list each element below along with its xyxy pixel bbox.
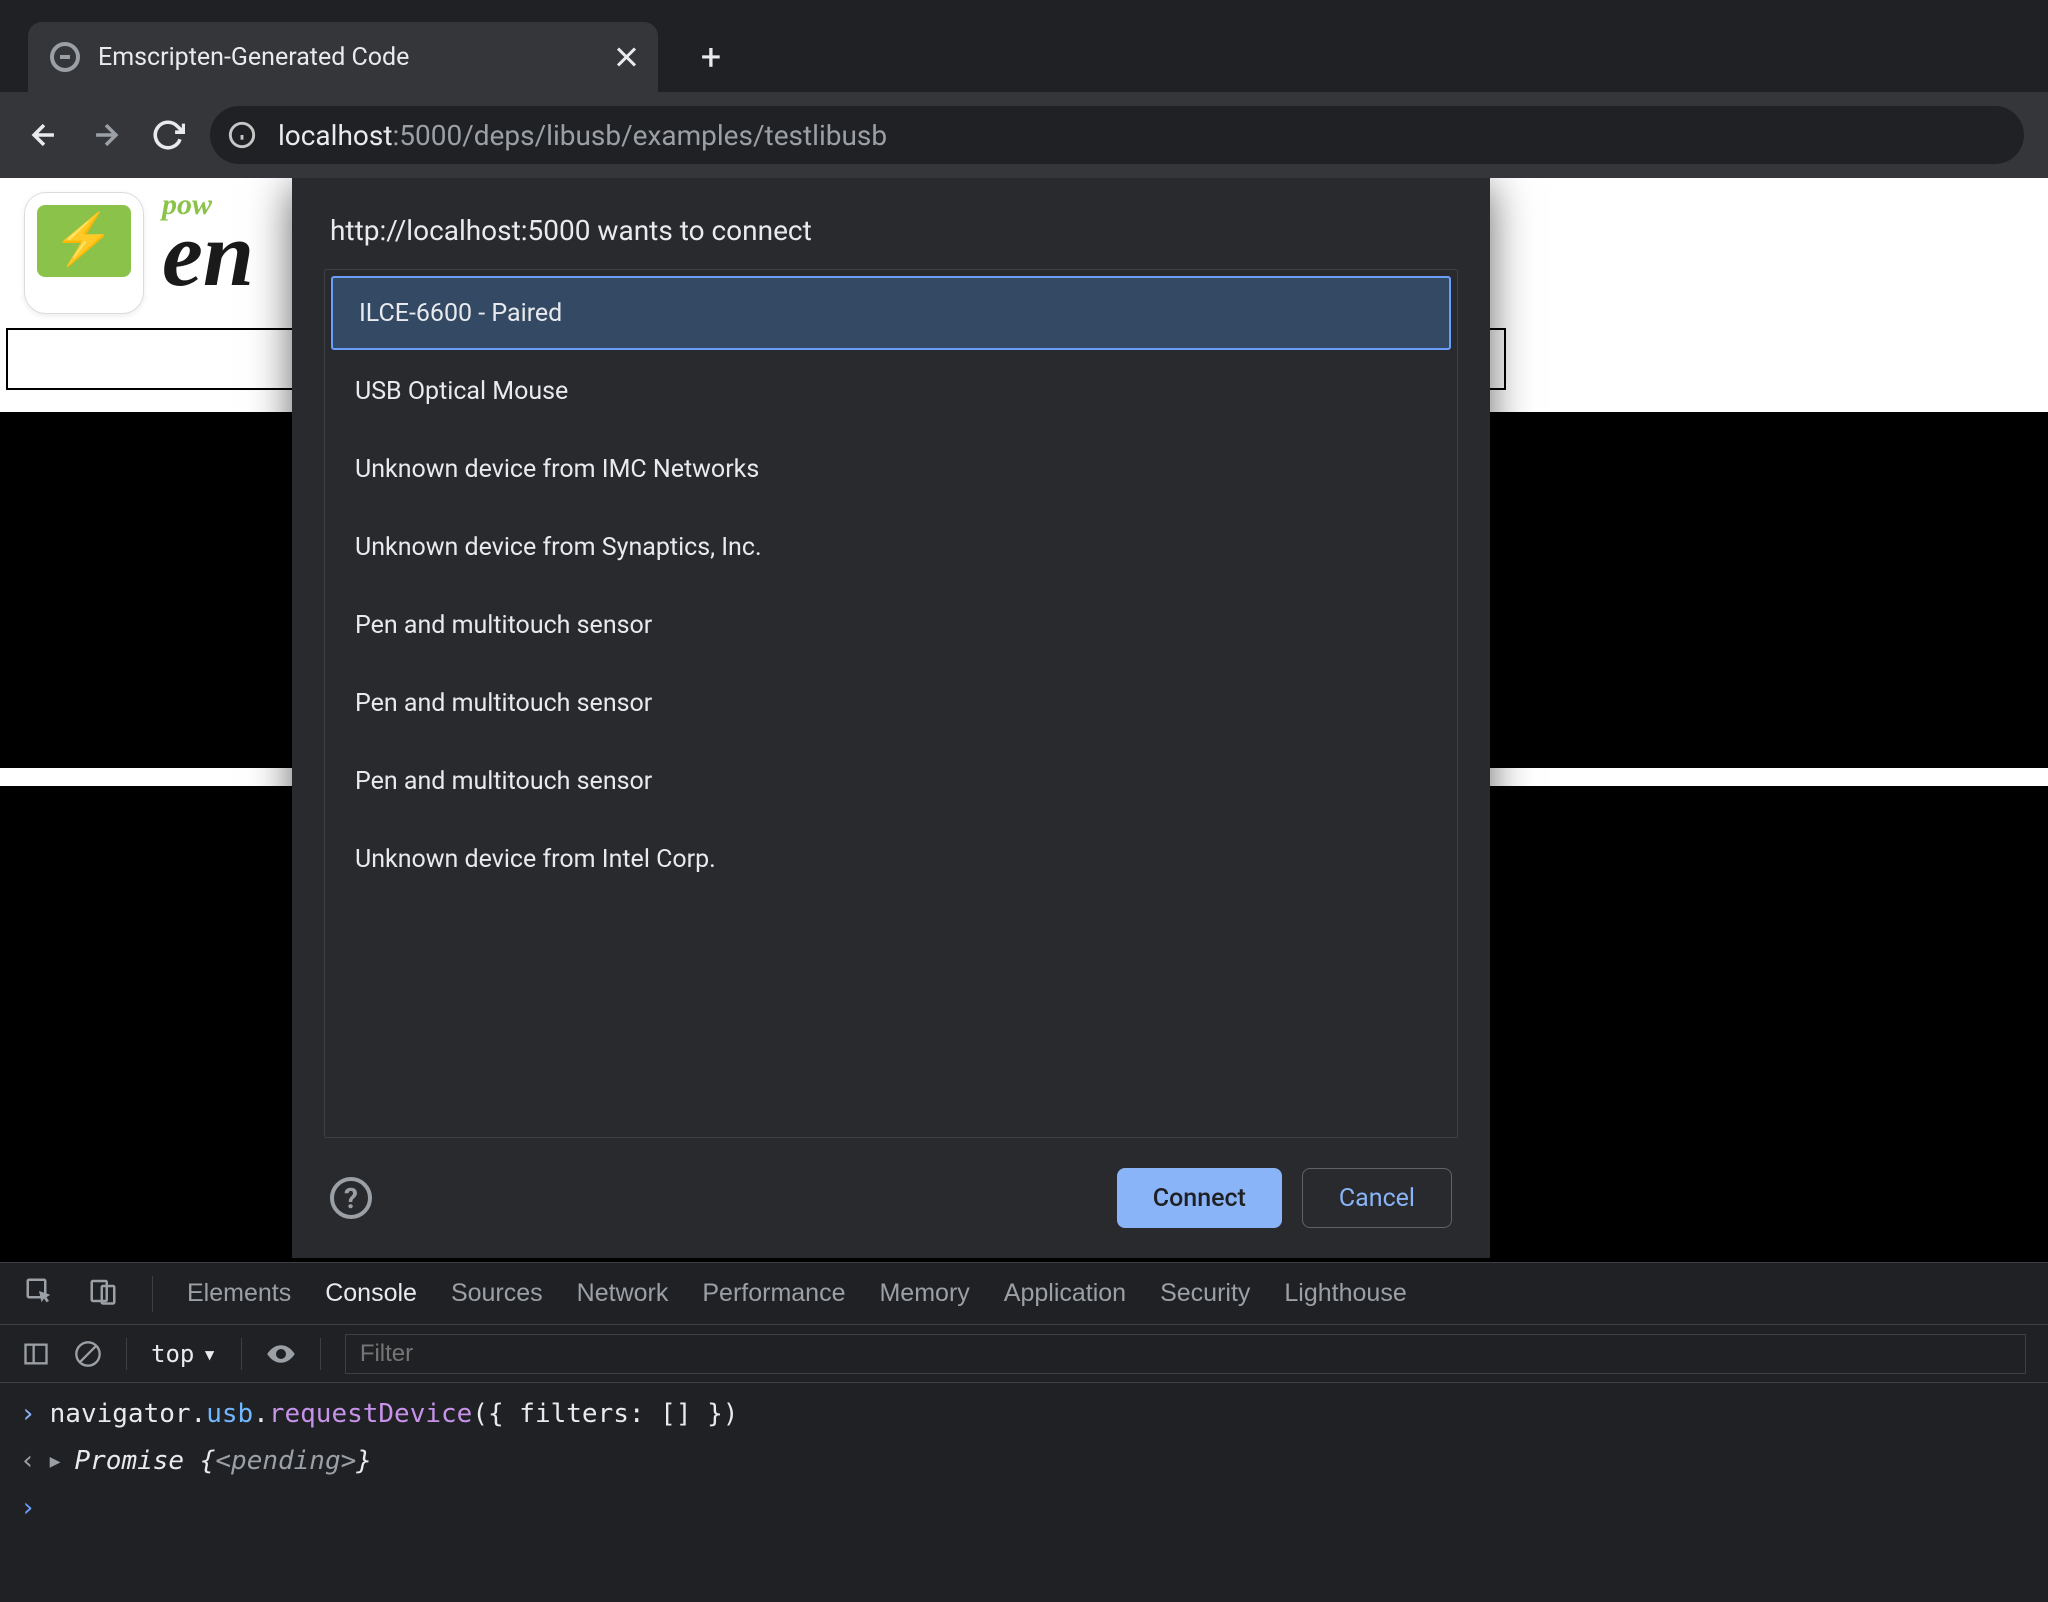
- device-option[interactable]: Pen and multitouch sensor: [329, 664, 1453, 742]
- console-input-line: › navigator.usb.requestDevice({ filters:…: [20, 1391, 2028, 1438]
- url-text: localhost:5000/deps/libusb/examples/test…: [278, 119, 887, 152]
- live-expression-icon[interactable]: [266, 1339, 296, 1369]
- site-info-icon[interactable]: [220, 113, 264, 157]
- device-list: ILCE-6600 - Paired USB Optical Mouse Unk…: [324, 269, 1458, 1138]
- forward-button[interactable]: [86, 115, 126, 155]
- tab-security[interactable]: Security: [1160, 1279, 1250, 1308]
- tab-application[interactable]: Application: [1004, 1279, 1126, 1308]
- expand-triangle-icon[interactable]: ▶: [50, 1446, 61, 1478]
- emscripten-wordmark: pow en: [162, 188, 254, 286]
- console-output-line: ‹ ▶ Promise {<pending>}: [20, 1438, 2028, 1485]
- reload-button[interactable]: [148, 115, 188, 155]
- chevron-right-icon: ›: [20, 1391, 36, 1438]
- console-filter-input[interactable]: [345, 1334, 2026, 1374]
- tab-memory[interactable]: Memory: [879, 1279, 969, 1308]
- devtools-tabbar: Elements Console Sources Network Perform…: [0, 1263, 2048, 1325]
- cancel-button[interactable]: Cancel: [1302, 1168, 1452, 1228]
- chevron-right-icon: ›: [20, 1485, 36, 1532]
- device-option[interactable]: Unknown device from Synaptics, Inc.: [329, 508, 1453, 586]
- new-tab-button[interactable]: +: [686, 32, 736, 82]
- tab-performance[interactable]: Performance: [702, 1279, 845, 1308]
- devtools-panel: Elements Console Sources Network Perform…: [0, 1262, 2048, 1602]
- connect-button[interactable]: Connect: [1117, 1168, 1282, 1228]
- console-output-value: Promise {<pending>}: [75, 1438, 372, 1485]
- chevron-left-icon: ‹: [20, 1438, 36, 1485]
- emscripten-logo-icon: [24, 192, 144, 314]
- device-toolbar-icon[interactable]: [88, 1276, 118, 1311]
- console-toolbar: top ▾: [0, 1325, 2048, 1383]
- chevron-down-icon: ▾: [202, 1340, 216, 1368]
- clear-console-icon[interactable]: [74, 1340, 102, 1368]
- help-icon[interactable]: ?: [330, 1177, 372, 1219]
- globe-icon: [50, 42, 80, 72]
- console-prompt[interactable]: ›: [20, 1485, 2028, 1532]
- device-option[interactable]: Pen and multitouch sensor: [329, 586, 1453, 664]
- tab-console[interactable]: Console: [325, 1279, 417, 1308]
- device-option[interactable]: ILCE-6600 - Paired: [331, 276, 1451, 350]
- console-output: › navigator.usb.requestDevice({ filters:…: [0, 1383, 2048, 1602]
- tab-lighthouse[interactable]: Lighthouse: [1284, 1279, 1406, 1308]
- back-button[interactable]: [24, 115, 64, 155]
- device-option[interactable]: Unknown device from IMC Networks: [329, 430, 1453, 508]
- console-input-code: navigator.usb.requestDevice({ filters: […: [50, 1391, 739, 1438]
- address-bar[interactable]: localhost:5000/deps/libusb/examples/test…: [210, 106, 2024, 164]
- inspect-element-icon[interactable]: [24, 1276, 54, 1311]
- context-selector[interactable]: top ▾: [151, 1340, 217, 1368]
- page-content: pow en http://localhost:5000 wants to co…: [0, 178, 2048, 1262]
- browser-toolbar: localhost:5000/deps/libusb/examples/test…: [0, 92, 2048, 178]
- webusb-device-chooser-dialog: http://localhost:5000 wants to connect I…: [292, 178, 1490, 1258]
- browser-tab[interactable]: Emscripten-Generated Code: [28, 22, 658, 92]
- tab-title: Emscripten-Generated Code: [98, 43, 596, 72]
- device-option[interactable]: Unknown device from Intel Corp.: [329, 820, 1453, 898]
- browser-tabstrip: Emscripten-Generated Code +: [0, 0, 2048, 92]
- console-sidebar-toggle-icon[interactable]: [22, 1340, 50, 1368]
- tab-network[interactable]: Network: [577, 1279, 669, 1308]
- device-option[interactable]: Pen and multitouch sensor: [329, 742, 1453, 820]
- tab-elements[interactable]: Elements: [187, 1279, 291, 1308]
- tab-sources[interactable]: Sources: [451, 1279, 543, 1308]
- dialog-title: http://localhost:5000 wants to connect: [330, 214, 1452, 247]
- close-tab-icon[interactable]: [614, 45, 638, 69]
- device-option[interactable]: USB Optical Mouse: [329, 352, 1453, 430]
